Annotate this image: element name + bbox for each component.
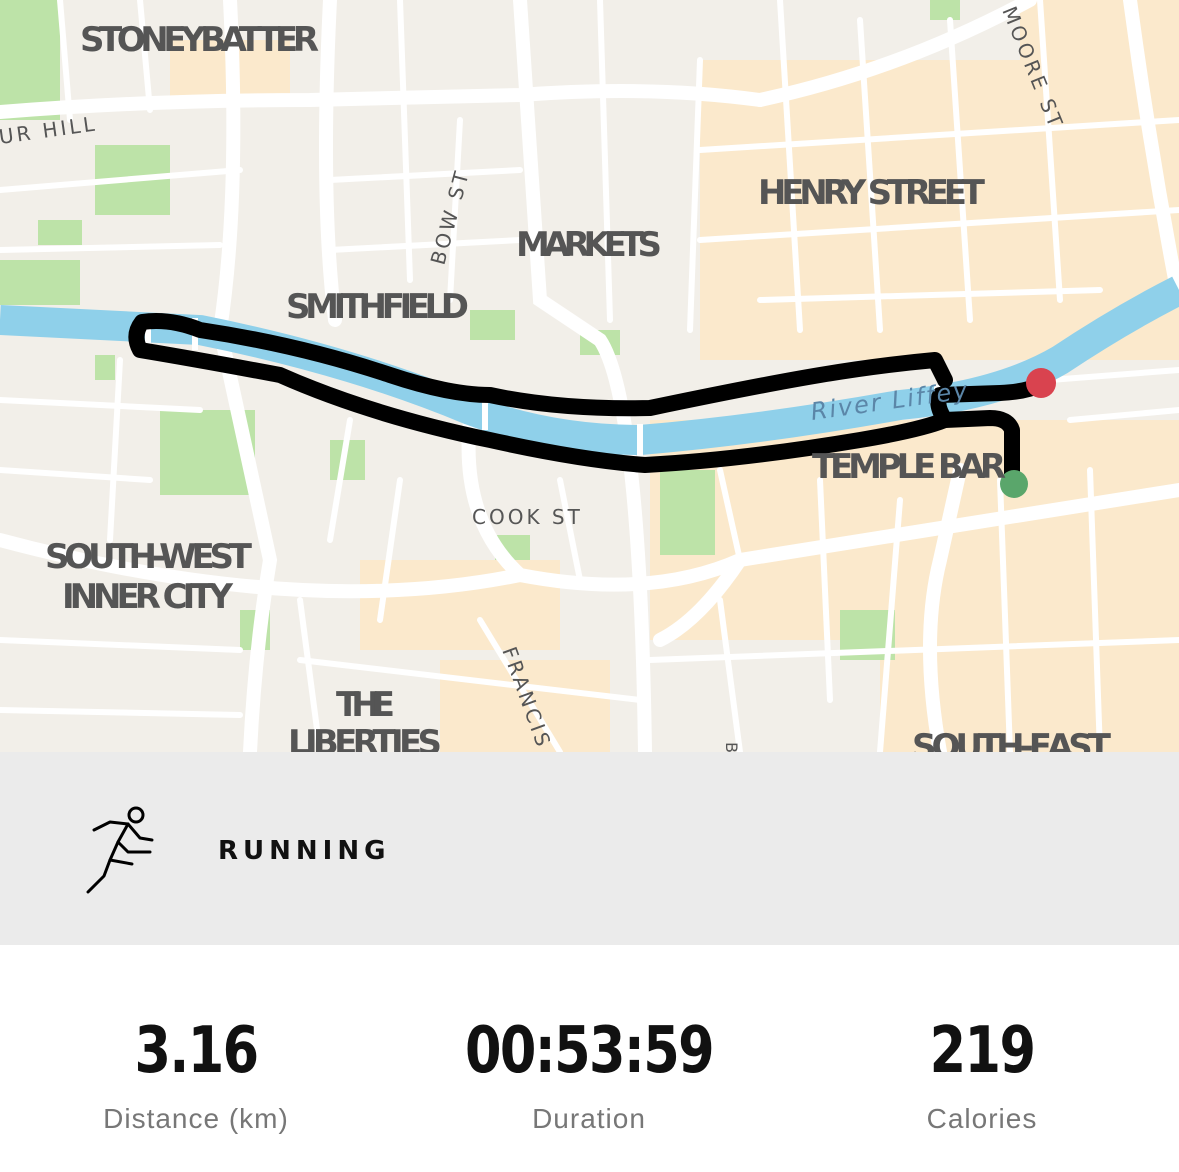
distance-label: Distance (km) (103, 1103, 289, 1134)
map-canvas: STONEYBATTER SMITHFIELD MARKETS HENRY ST… (0, 0, 1179, 752)
stats-panel: 3.16 Distance (km) 00:53:59 Duration 219… (0, 945, 1179, 1172)
calories-label: Calories (926, 1103, 1038, 1134)
street-label-bow-st: BOW ST (426, 166, 475, 267)
distance-value: 3.16 (134, 1014, 260, 1088)
activity-type-label: RUNNING (218, 836, 391, 866)
district-label-south-east: SOUTH-EAST (912, 727, 1112, 752)
duration-label: Duration (532, 1103, 646, 1134)
district-label-liberties-line2: LIBERTIES (288, 723, 443, 752)
duration-value: 00:53:59 (465, 1014, 715, 1088)
district-label-markets: MARKETS (516, 225, 663, 265)
stat-duration: 00:53:59 Duration (393, 1015, 785, 1135)
district-label-liberties-line1: THE (336, 685, 396, 725)
end-marker[interactable] (1026, 368, 1056, 398)
running-person-icon (86, 806, 154, 894)
street-label-b: B (722, 742, 741, 752)
route-map[interactable]: STONEYBATTER SMITHFIELD MARKETS HENRY ST… (0, 0, 1179, 752)
stat-calories: 219 Calories (786, 1015, 1178, 1135)
calories-value: 219 (929, 1014, 1036, 1088)
district-label-south-west-line2: INNER CITY (62, 577, 234, 617)
district-label-stoneybatter: STONEYBATTER (80, 20, 320, 60)
district-label-smithfield: SMITHFIELD (286, 287, 470, 327)
street-label-cook-st: COOK ST (472, 505, 583, 529)
stat-distance: 3.16 Distance (km) (0, 1015, 392, 1135)
district-label-henry-street: HENRY STREET (758, 173, 986, 213)
district-label-south-west-line1: SOUTH-WEST (45, 537, 253, 577)
district-label-temple-bar: TEMPLE BAR (812, 447, 1007, 487)
activity-bar (0, 752, 1179, 945)
